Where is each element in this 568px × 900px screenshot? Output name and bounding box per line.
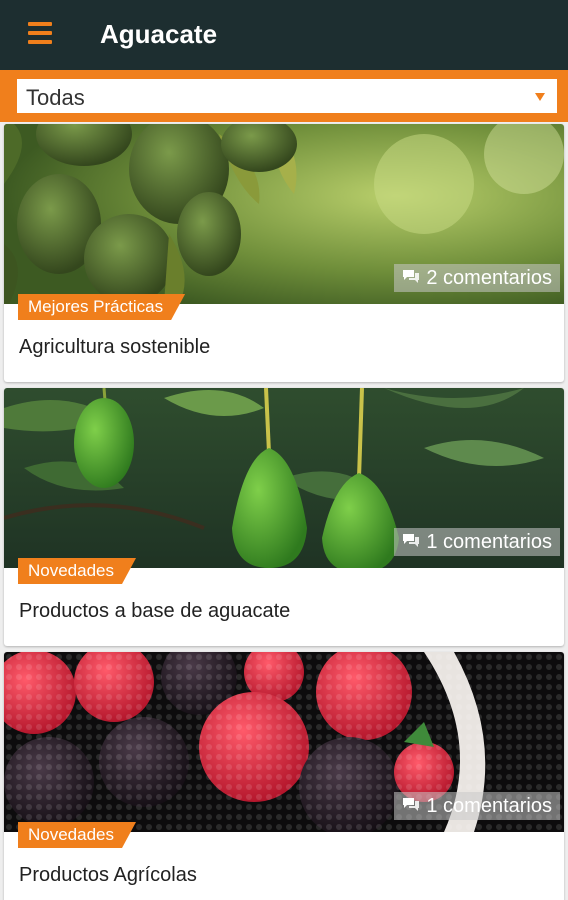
post-title: Productos a base de aguacate	[19, 600, 291, 622]
comment-count-badge: 1 comentarios	[394, 528, 560, 556]
post-title: Productos Agrícolas	[19, 864, 197, 886]
comments-icon	[403, 270, 420, 283]
category-tag: Novedades	[18, 822, 136, 848]
post-card[interactable]: 2 comentarios Mejores Prácticas Agricult…	[4, 124, 564, 382]
post-card[interactable]: 1 comentarios Novedades Productos Agríco…	[4, 652, 564, 900]
comments-icon	[403, 798, 420, 811]
category-select[interactable]: Todas	[17, 79, 557, 113]
post-card[interactable]: 1 comentarios Novedades Productos a base…	[4, 388, 564, 646]
comment-count-text: 1 comentarios	[426, 794, 552, 817]
comment-count-text: 2 comentarios	[426, 266, 552, 289]
app-bar: Aguacate	[0, 0, 568, 70]
category-tag: Mejores Prácticas	[18, 294, 185, 320]
comments-icon	[403, 534, 420, 547]
dropdown-arrow-icon	[535, 93, 545, 101]
hamburger-menu-icon[interactable]	[28, 22, 52, 44]
comment-count-badge: 2 comentarios	[394, 264, 560, 292]
comment-count-badge: 1 comentarios	[394, 792, 560, 820]
category-tag: Novedades	[18, 558, 136, 584]
category-select-value: Todas	[26, 85, 85, 110]
comment-count-text: 1 comentarios	[426, 530, 552, 553]
filter-bar: Todas	[0, 70, 568, 122]
page-title: Aguacate	[100, 19, 218, 49]
post-title: Agricultura sostenible	[19, 336, 211, 358]
